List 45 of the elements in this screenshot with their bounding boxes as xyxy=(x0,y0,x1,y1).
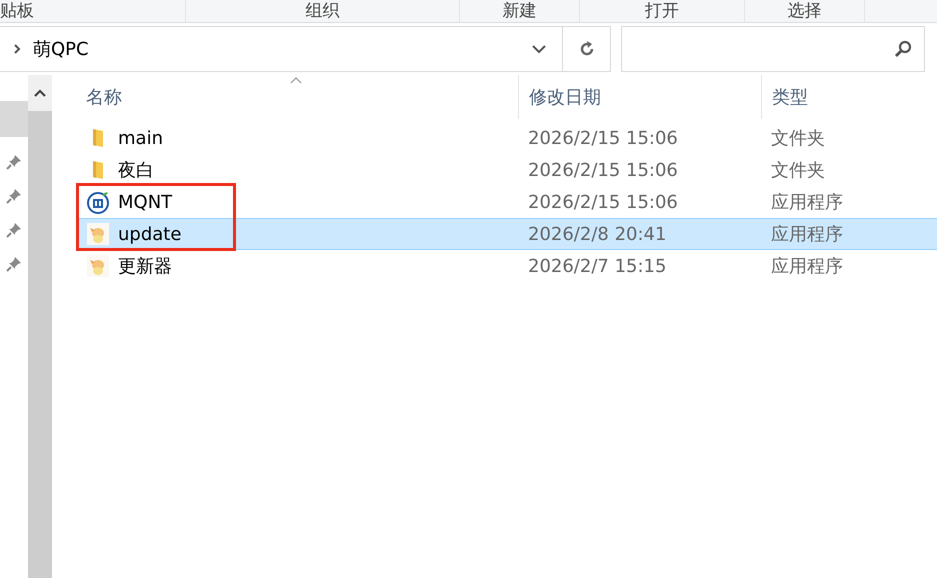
file-type: 应用程序 xyxy=(770,254,843,278)
file-name: update xyxy=(118,222,182,246)
app-icon xyxy=(87,255,109,277)
file-type: 应用程序 xyxy=(770,190,843,214)
pin-icon[interactable] xyxy=(6,222,22,238)
file-name: MQNT xyxy=(118,190,172,214)
file-date: 2026/2/7 15:15 xyxy=(527,254,668,278)
address-bar[interactable]: 萌QPC xyxy=(0,26,612,72)
file-date: 2026/2/15 15:06 xyxy=(527,190,679,214)
file-date: 2026/2/15 15:06 xyxy=(527,126,679,150)
file-name: 夜白 xyxy=(118,158,154,182)
ribbon-group-label: 打开 xyxy=(645,2,679,20)
file-row[interactable]: MQNT 2026/2/15 15:06 应用程序 xyxy=(78,186,937,218)
app-icon xyxy=(87,223,109,245)
column-header[interactable]: 名称 xyxy=(78,75,518,119)
pin-icon[interactable] xyxy=(6,154,22,170)
column-header[interactable]: 类型 xyxy=(761,75,937,119)
file-name: 更新器 xyxy=(118,254,172,278)
file-date: 2026/2/15 15:06 xyxy=(527,158,679,182)
file-row[interactable]: 更新器 2026/2/7 15:15 应用程序 xyxy=(78,250,937,282)
file-name: main xyxy=(118,126,163,150)
pin-icon[interactable] xyxy=(6,256,22,272)
file-row[interactable]: update 2026/2/8 20:41 应用程序 xyxy=(78,218,937,250)
ribbon-group-label: 组织 xyxy=(306,2,340,20)
folder-icon xyxy=(91,160,105,180)
search-icon xyxy=(894,40,912,58)
file-type: 文件夹 xyxy=(770,158,825,182)
app-icon xyxy=(86,190,110,214)
file-row[interactable]: main 2026/2/15 15:06 文件夹 xyxy=(78,122,937,154)
ribbon-group-label: 贴板 xyxy=(0,2,34,20)
chevron-right-icon xyxy=(14,44,21,54)
file-type: 文件夹 xyxy=(770,126,825,150)
search-field[interactable] xyxy=(621,26,925,72)
pin-icon[interactable] xyxy=(6,188,22,204)
address-path: 萌QPC xyxy=(33,38,90,62)
column-header[interactable]: 修改日期 xyxy=(518,75,761,119)
file-type: 应用程序 xyxy=(770,222,843,246)
chevron-down-icon[interactable] xyxy=(532,44,546,54)
file-date: 2026/2/8 20:41 xyxy=(527,222,668,246)
file-row[interactable]: 夜白 2026/2/15 15:06 文件夹 xyxy=(78,154,937,186)
folder-icon xyxy=(91,128,105,148)
ribbon-group-label: 选择 xyxy=(788,2,822,20)
scroll-up-icon[interactable] xyxy=(34,89,46,97)
ribbon-group-label: 新建 xyxy=(502,2,536,20)
scrollbar[interactable] xyxy=(28,75,52,578)
